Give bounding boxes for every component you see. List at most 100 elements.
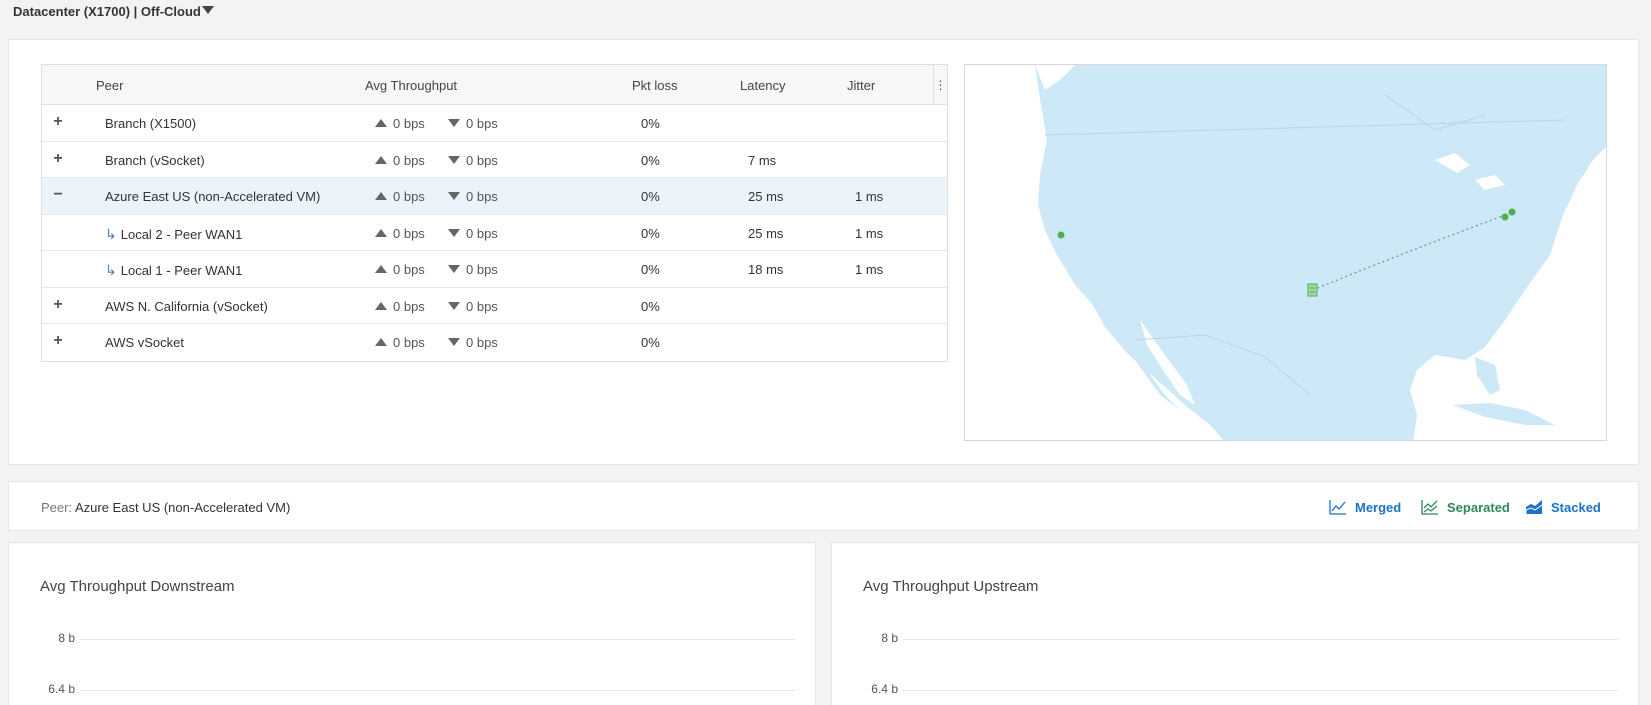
map-canvas bbox=[965, 65, 1606, 440]
column-header-latency[interactable]: Latency bbox=[740, 78, 786, 93]
column-menu-icon[interactable]: ⋮ bbox=[933, 65, 947, 105]
column-header-peer[interactable]: Peer bbox=[96, 78, 123, 93]
y-tick-label: 8 b bbox=[881, 631, 898, 645]
arrow-down-icon bbox=[448, 119, 460, 127]
peer-table: Peer Avg Throughput Pkt loss Latency Jit… bbox=[41, 64, 948, 362]
downstream-value: 0 bps bbox=[448, 262, 498, 277]
latency-value: 25 ms bbox=[748, 189, 784, 204]
datacenter-marker-icon bbox=[1307, 283, 1318, 297]
expand-icon[interactable]: + bbox=[48, 148, 68, 170]
chart-card-downstream: Avg Throughput Downstream 8 b 6.4 b bbox=[8, 542, 816, 705]
arrow-up-icon bbox=[375, 228, 387, 237]
gridline bbox=[80, 690, 795, 691]
chart-title: Avg Throughput Downstream bbox=[40, 578, 235, 595]
table-row-child[interactable]: ↳ Local 1 - Peer WAN1 0 bps 0 bps 0% 18 m… bbox=[42, 251, 947, 288]
jitter-value: 1 ms bbox=[855, 189, 884, 204]
pkt-loss-value: 0% bbox=[641, 335, 660, 350]
y-tick-label: 6.4 b bbox=[48, 682, 75, 696]
peer-name: Branch (X1500) bbox=[105, 116, 197, 131]
arrow-down-icon bbox=[448, 338, 460, 346]
sub-item-arrow-icon: ↳ bbox=[105, 225, 117, 242]
arrow-up-icon bbox=[375, 265, 387, 273]
arrow-up-icon bbox=[375, 301, 387, 310]
table-row-child[interactable]: ↳ Local 2 - Peer WAN1 0 bps 0 bps 0% 25 m… bbox=[42, 215, 947, 251]
upstream-value: 0 bps bbox=[375, 226, 425, 241]
stacked-view-button[interactable]: Stacked bbox=[1525, 499, 1601, 515]
site-title: Datacenter (X1700) | Off-Cloud bbox=[13, 4, 201, 19]
collapse-icon[interactable]: − bbox=[48, 184, 68, 206]
multi-line-chart-icon bbox=[1421, 500, 1438, 515]
pkt-loss-value: 0% bbox=[641, 116, 660, 131]
separated-view-button[interactable]: Separated bbox=[1421, 499, 1510, 515]
table-row[interactable]: + AWS N. California (vSocket) 0 bps 0 bp… bbox=[42, 288, 947, 324]
site-dropdown-icon[interactable] bbox=[202, 6, 214, 14]
table-row[interactable]: + Branch (vSocket) 0 bps 0 bps 0% 7 ms bbox=[42, 142, 947, 178]
merged-view-button[interactable]: Merged bbox=[1329, 499, 1401, 515]
peer-selection-bar: Peer: Azure East US (non-Accelerated VM)… bbox=[8, 481, 1639, 531]
downstream-value: 0 bps bbox=[448, 299, 498, 314]
upstream-value: 0 bps bbox=[375, 335, 425, 350]
selected-peer-value: Azure East US (non-Accelerated VM) bbox=[74, 500, 291, 515]
area-chart-icon bbox=[1525, 500, 1543, 514]
expand-icon[interactable]: + bbox=[48, 330, 68, 352]
arrow-down-icon bbox=[448, 301, 460, 310]
table-row[interactable]: + Branch (X1500) 0 bps 0 bps 0% bbox=[42, 105, 947, 142]
upstream-value: 0 bps bbox=[375, 116, 425, 131]
downstream-value: 0 bps bbox=[448, 189, 498, 204]
site-marker-east-1 bbox=[1501, 213, 1509, 221]
line-chart-icon bbox=[1329, 500, 1346, 515]
gridline bbox=[80, 639, 795, 640]
gridline bbox=[903, 639, 1618, 640]
table-header: Peer Avg Throughput Pkt loss Latency Jit… bbox=[42, 65, 947, 105]
upstream-value: 0 bps bbox=[375, 262, 425, 277]
jitter-value: 1 ms bbox=[855, 262, 884, 277]
chart-title: Avg Throughput Upstream bbox=[863, 578, 1039, 595]
peer-name: AWS vSocket bbox=[105, 335, 184, 350]
arrow-up-icon bbox=[375, 192, 387, 200]
latency-value: 7 ms bbox=[748, 152, 777, 168]
expand-icon[interactable]: + bbox=[48, 294, 68, 316]
y-tick-label: 6.4 b bbox=[871, 682, 898, 696]
pkt-loss-value: 0% bbox=[641, 298, 660, 314]
peer-name: ↳ Local 2 - Peer WAN1 bbox=[105, 225, 243, 242]
downstream-value: 0 bps bbox=[448, 226, 498, 241]
table-row-selected[interactable]: − Azure East US (non-Accelerated VM) 0 b… bbox=[42, 178, 947, 215]
column-header-jitter[interactable]: Jitter bbox=[847, 78, 875, 93]
site-marker-east-2 bbox=[1508, 208, 1516, 216]
arrow-up-icon bbox=[375, 119, 387, 127]
latency-value: 18 ms bbox=[748, 262, 784, 277]
downstream-value: 0 bps bbox=[448, 153, 498, 168]
upstream-value: 0 bps bbox=[375, 153, 425, 168]
table-row[interactable]: + AWS vSocket 0 bps 0 bps 0% bbox=[42, 324, 947, 361]
sub-item-arrow-icon: ↳ bbox=[105, 262, 117, 278]
arrow-down-icon bbox=[448, 228, 460, 237]
peer-name: Azure East US (non-Accelerated VM) bbox=[105, 189, 321, 204]
peer-name: Branch (vSocket) bbox=[105, 152, 205, 168]
upstream-value: 0 bps bbox=[375, 189, 425, 204]
downstream-value: 0 bps bbox=[448, 116, 498, 131]
arrow-up-icon bbox=[375, 155, 387, 164]
selected-peer: Peer: Azure East US (non-Accelerated VM) bbox=[41, 500, 291, 515]
peer-map[interactable] bbox=[964, 64, 1607, 441]
chart-card-upstream: Avg Throughput Upstream 8 b 6.4 b bbox=[831, 542, 1639, 705]
jitter-value: 1 ms bbox=[855, 225, 884, 241]
pkt-loss-value: 0% bbox=[641, 189, 660, 204]
expand-icon[interactable]: + bbox=[48, 111, 68, 133]
y-tick-label: 8 b bbox=[58, 631, 75, 645]
upstream-value: 0 bps bbox=[375, 299, 425, 314]
arrow-down-icon bbox=[448, 155, 460, 164]
downstream-value: 0 bps bbox=[448, 335, 498, 350]
column-header-throughput[interactable]: Avg Throughput bbox=[365, 78, 457, 93]
site-marker-west bbox=[1057, 231, 1065, 239]
pkt-loss-value: 0% bbox=[641, 152, 660, 168]
arrow-down-icon bbox=[448, 192, 460, 200]
top-bar: Datacenter (X1700) | Off-Cloud bbox=[0, 0, 1651, 24]
peer-name: ↳ Local 1 - Peer WAN1 bbox=[105, 262, 243, 278]
column-header-pkt-loss[interactable]: Pkt loss bbox=[632, 78, 678, 93]
arrow-down-icon bbox=[448, 265, 460, 273]
latency-value: 25 ms bbox=[748, 225, 784, 241]
pkt-loss-value: 0% bbox=[641, 225, 660, 241]
peer-name: AWS N. California (vSocket) bbox=[105, 298, 268, 314]
arrow-up-icon bbox=[375, 338, 387, 346]
gridline bbox=[903, 690, 1618, 691]
